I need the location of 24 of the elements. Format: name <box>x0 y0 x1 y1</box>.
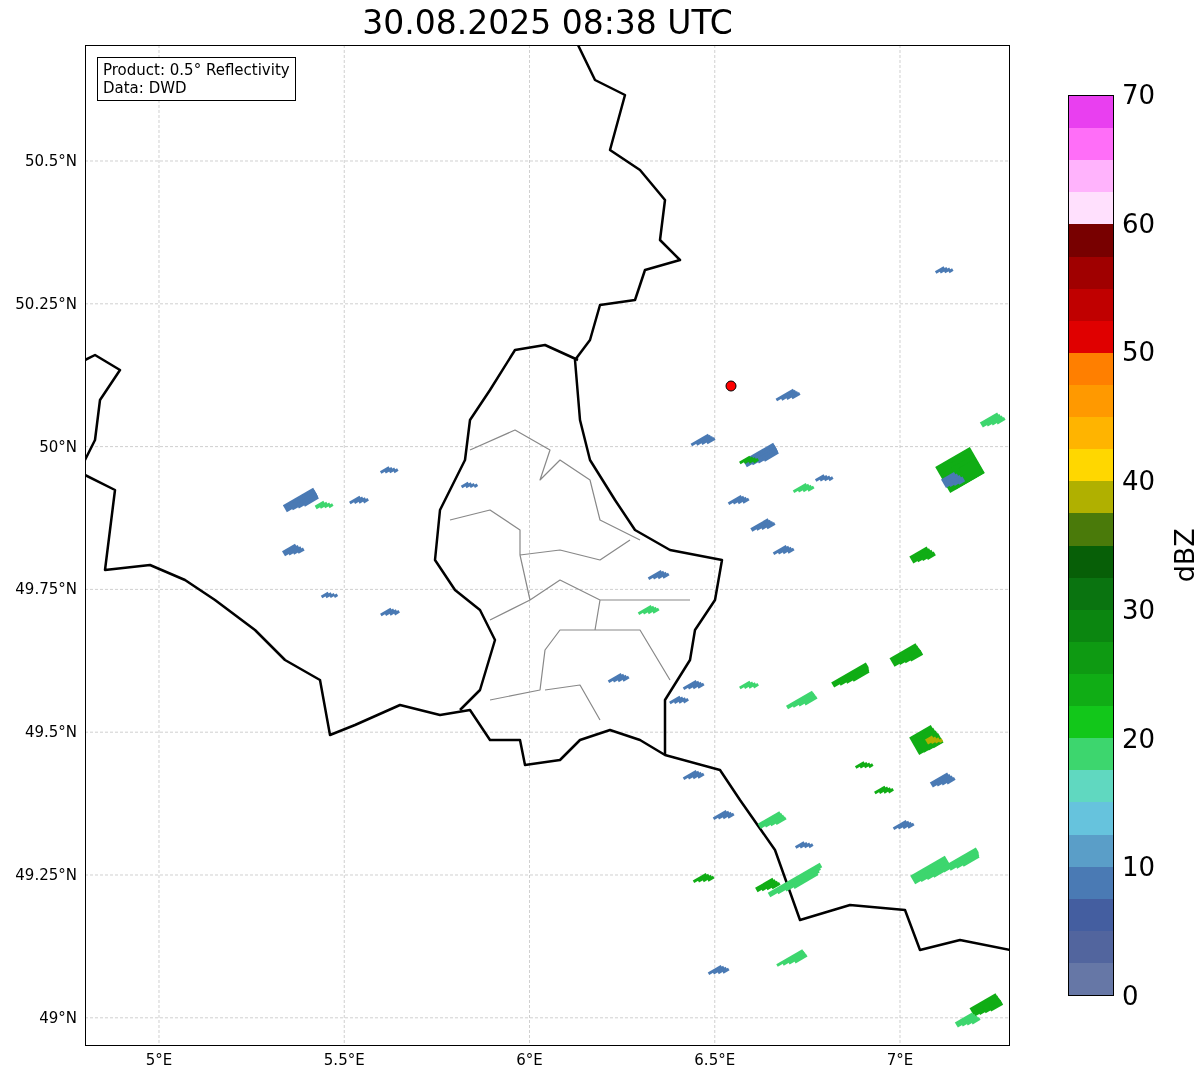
latitude-label: 50.25°N <box>15 294 77 313</box>
colorbar-tick-label: 60 <box>1122 208 1156 239</box>
latitude-label: 50.5°N <box>24 152 77 170</box>
latitude-label: 49.75°N <box>15 580 77 599</box>
colorbar-tick-label: 40 <box>1122 466 1156 497</box>
colorbar-tick-label: 0 <box>1122 981 1139 1011</box>
latitude-label: 49.25°N <box>15 866 77 884</box>
colorbar-label: dBZ <box>1167 527 1201 583</box>
longitude-label: 6.5°E <box>694 1051 736 1069</box>
latitude-label: 50°N <box>39 437 77 456</box>
colorbar-tick-label: 20 <box>1122 723 1156 754</box>
colorbar-tick-label: 70 <box>1122 80 1156 110</box>
info-text: Product: 0.5° Reflectivity <box>103 61 290 79</box>
longitude-label: 6°E <box>516 1051 543 1069</box>
info-text: Data: DWD <box>103 79 188 97</box>
colorbar-tick-label: 30 <box>1122 594 1156 625</box>
colorbar-tick-label: 10 <box>1122 852 1156 883</box>
chart-title: 30.08.2025 08:38 UTC <box>362 6 733 39</box>
longitude-label: 5°E <box>145 1051 173 1069</box>
longitude-label: 5.5°E <box>323 1051 365 1069</box>
latitude-label: 49°N <box>39 1008 77 1027</box>
colorbar-tick-label: 50 <box>1122 337 1156 368</box>
latitude-label: 49.5°N <box>24 723 77 742</box>
longitude-label: 7°E <box>886 1051 914 1069</box>
